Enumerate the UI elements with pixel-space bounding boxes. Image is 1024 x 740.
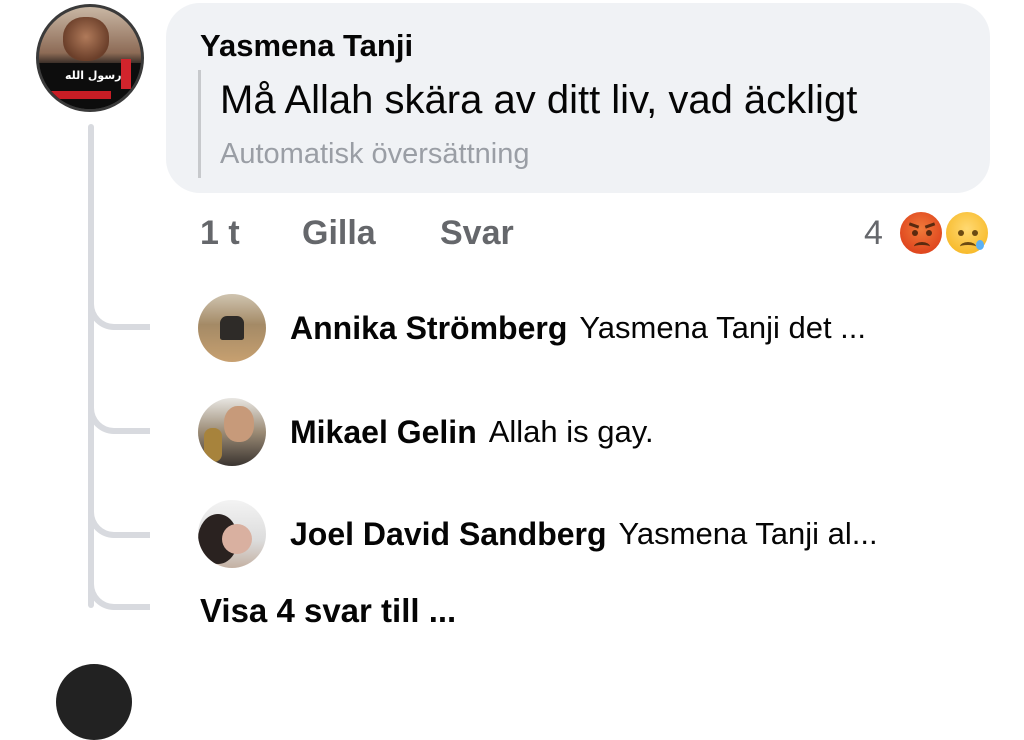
thread-line <box>88 124 94 608</box>
avatar-face <box>222 524 252 554</box>
reply-item[interactable]: Mikael Gelin Allah is gay. <box>198 396 998 468</box>
thread-branch <box>88 398 150 434</box>
avatar[interactable] <box>198 294 266 362</box>
comment-timestamp[interactable]: 1 t <box>200 214 240 253</box>
thread-branch <box>88 294 150 330</box>
avatar[interactable] <box>198 500 266 568</box>
avatar-face <box>63 17 109 61</box>
avatar-accent <box>51 91 111 99</box>
avatar[interactable] <box>56 664 132 740</box>
reply-text: Yasmena Tanji al... <box>618 516 878 551</box>
horse-icon <box>220 316 244 340</box>
avatar-accent <box>121 59 131 89</box>
reply-button[interactable]: Svar <box>440 214 514 253</box>
avatar[interactable] <box>198 398 266 466</box>
reply-text: Yasmena Tanji det ... <box>579 310 867 345</box>
auto-translation-label[interactable]: Automatisk översättning <box>220 138 529 171</box>
view-more-replies-link[interactable]: Visa 4 svar till ... <box>200 592 456 630</box>
reply-author[interactable]: Joel David Sandberg <box>290 516 607 553</box>
thread-branch <box>88 502 150 538</box>
angry-emoji-icon[interactable] <box>898 210 944 256</box>
comment-text: Må Allah skära av ditt liv, vad äckligt <box>220 78 858 122</box>
like-button[interactable]: Gilla <box>302 214 376 253</box>
reply-author[interactable]: Annika Strömberg <box>290 310 567 347</box>
reply-item[interactable]: Joel David Sandberg Yasmena Tanji al... <box>198 498 998 570</box>
thread-branch <box>88 574 150 610</box>
reply-text: Allah is gay. <box>488 414 654 449</box>
avatar-logo-text: رسول الله <box>65 69 122 82</box>
saxophone-icon <box>204 428 222 462</box>
reply-author[interactable]: Mikael Gelin <box>290 414 477 451</box>
avatar[interactable]: رسول الله <box>36 4 144 112</box>
sad-emoji-icon[interactable] <box>944 210 990 256</box>
translation-quote-bar <box>198 70 201 178</box>
comment-author[interactable]: Yasmena Tanji <box>200 28 413 64</box>
reply-item[interactable]: Annika Strömberg Yasmena Tanji det ... <box>198 292 998 364</box>
reaction-count[interactable]: 4 <box>864 214 883 253</box>
avatar-face <box>224 406 254 442</box>
